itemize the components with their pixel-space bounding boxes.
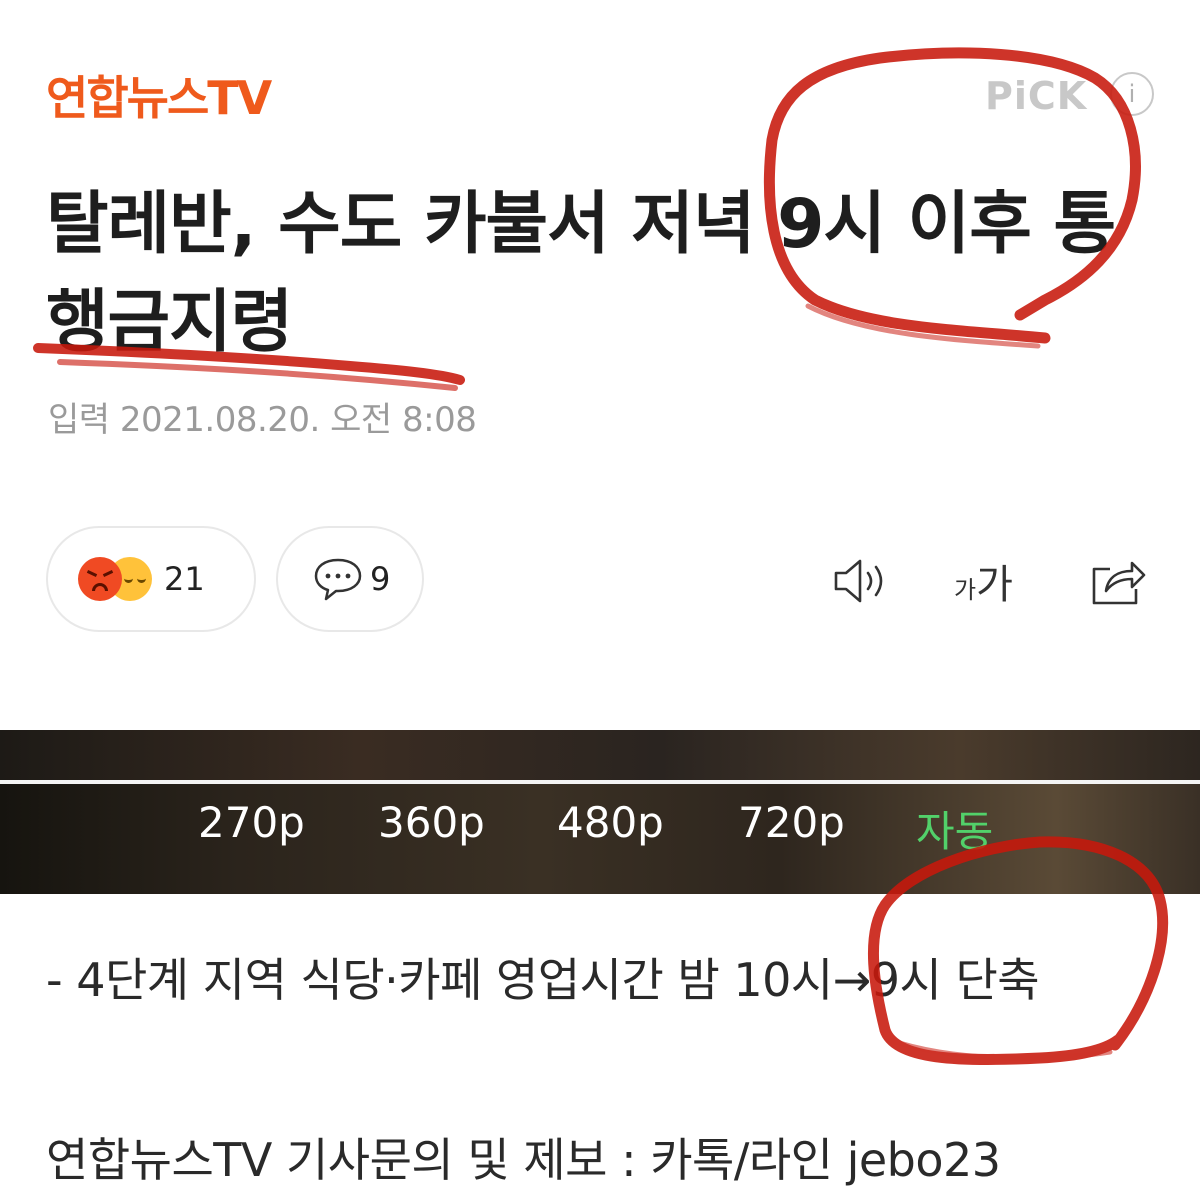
quality-option-480p[interactable]: 480p (557, 798, 664, 847)
text-to-speech-button[interactable] (832, 555, 892, 607)
speaker-icon (834, 559, 883, 603)
article-headline: 탈레반, 수도 카불서 저녁 9시 이후 통행금지령 (46, 185, 1116, 362)
reaction-count: 21 (164, 560, 205, 598)
article-header-card: 연합뉴스TV PiCK i 탈레반, 수도 카불서 저녁 9시 이후 통행금지령… (0, 0, 1200, 728)
font-size-small-label: 가 (954, 576, 977, 604)
brand-logo[interactable]: 연합뉴스TV (46, 62, 272, 128)
comment-count: 9 (370, 560, 391, 598)
font-size-button[interactable]: 가가 (954, 552, 1030, 608)
font-size-large-label: 가 (976, 562, 1013, 608)
share-icon (1092, 561, 1146, 605)
quality-option-720p[interactable]: 720p (738, 798, 845, 847)
info-icon[interactable]: i (1110, 72, 1154, 116)
comment-button[interactable]: 9 (276, 526, 424, 632)
publish-timestamp: 입력 2021.08.20. 오전 8:08 (48, 400, 477, 440)
quality-option-270p[interactable]: 270p (198, 798, 305, 847)
speech-bubble-icon (314, 558, 362, 601)
angry-face-icon (78, 557, 122, 601)
article-summary-line: - 4단계 지역 식당·카페 영업시간 밤 10시→9시 단축 (46, 953, 1040, 1007)
quality-option-auto[interactable]: 자동 (916, 798, 993, 859)
share-button[interactable] (1088, 555, 1148, 607)
article-footer-line: 연합뉴스TV 기사문의 및 제보 : 카톡/라인 jebo23 (46, 1133, 1001, 1187)
pick-badge[interactable]: PiCK (985, 74, 1087, 118)
reaction-button[interactable]: 21 (46, 526, 256, 632)
news-article-page: 연합뉴스TV PiCK i 탈레반, 수도 카불서 저녁 9시 이후 통행금지령… (0, 0, 1200, 1200)
quality-option-360p[interactable]: 360p (378, 798, 485, 847)
video-frame-top (0, 730, 1200, 780)
